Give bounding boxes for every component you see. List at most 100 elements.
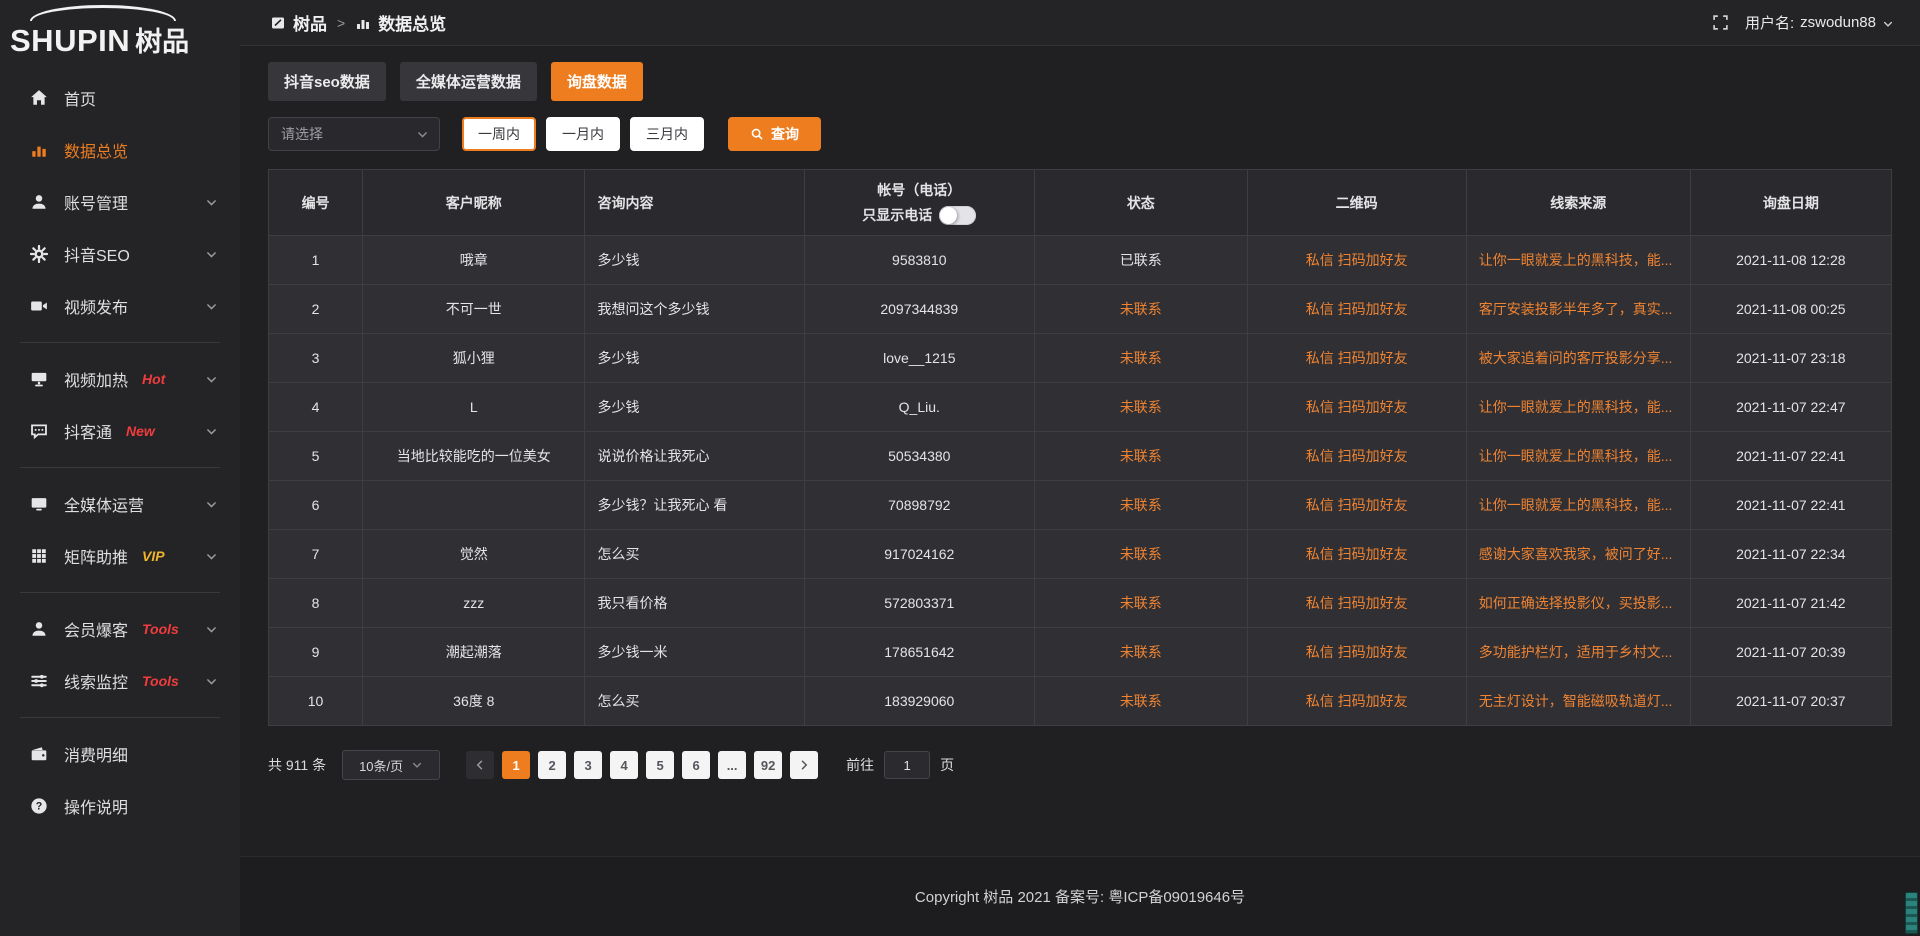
footer: Copyright 树品 2021 备案号: 粤ICP备09019646号 — [240, 856, 1920, 936]
col-source: 线索来源 — [1466, 170, 1690, 236]
tab-抖音seo数据[interactable]: 抖音seo数据 — [268, 62, 386, 101]
fullscreen-icon[interactable] — [1712, 14, 1729, 31]
sidebar-item-video-publish[interactable]: 视频发布 — [0, 280, 240, 332]
qrcode-link[interactable]: 私信 扫码加好友 — [1306, 399, 1408, 415]
cell-nick: 觉然 — [363, 530, 585, 579]
page-button-2[interactable]: 2 — [538, 751, 566, 779]
page-button-6[interactable]: 6 — [682, 751, 710, 779]
table-row: 8 zzz 我只看价格 572803371 未联系 私信 扫码加好友 如何正确选… — [269, 579, 1892, 628]
qrcode-link[interactable]: 私信 扫码加好友 — [1306, 350, 1408, 366]
brand-logo[interactable]: SHUPIN 树品 — [0, 0, 240, 58]
page-buttons: 123456... 92 — [466, 751, 818, 779]
sidebar-item-help[interactable]: ? 操作说明 — [0, 780, 240, 832]
table-row: 7 觉然 怎么买 917024162 未联系 私信 扫码加好友 感谢大家喜欢我家… — [269, 530, 1892, 579]
user-menu[interactable]: 用户名: zswodun88 — [1745, 12, 1894, 33]
heat-icon — [30, 370, 48, 388]
cell-no: 9 — [269, 628, 363, 677]
cell-content: 我只看价格 — [585, 579, 804, 628]
sidebar-item-label: 操作说明 — [64, 794, 128, 818]
home-icon — [30, 89, 48, 107]
qrcode-link[interactable]: 私信 扫码加好友 — [1306, 497, 1408, 513]
sidebar-item-doukertong[interactable]: 抖客通 New — [0, 405, 240, 457]
sidebar-item-matrix-boost[interactable]: 矩阵助推 VIP — [0, 530, 240, 582]
period-button-一周内[interactable]: 一周内 — [462, 117, 536, 151]
cell-qrcode: 私信 扫码加好友 — [1247, 383, 1466, 432]
page-size-label: 10条/页 — [359, 756, 403, 775]
cell-status: 已联系 — [1035, 236, 1248, 285]
phone-only-toggle[interactable] — [939, 206, 976, 225]
cell-account: Q_Liu. — [804, 383, 1034, 432]
cell-no: 7 — [269, 530, 363, 579]
page-button-4[interactable]: 4 — [610, 751, 638, 779]
logo-arc-decoration — [30, 5, 176, 21]
page-button-5[interactable]: 5 — [646, 751, 674, 779]
source-link[interactable]: 多功能护栏灯，适用于乡村文... — [1479, 642, 1678, 662]
source-link[interactable]: 让你一眼就爱上的黑科技，能... — [1479, 250, 1678, 270]
page-button-1[interactable]: 1 — [502, 751, 530, 779]
prev-page-button[interactable] — [466, 751, 494, 779]
account-select[interactable]: 请选择 — [268, 117, 440, 151]
page-button-3[interactable]: 3 — [574, 751, 602, 779]
table-row: 9 潮起潮落 多少钱一米 178651642 未联系 私信 扫码加好友 多功能护… — [269, 628, 1892, 677]
source-link[interactable]: 无主灯设计，智能磁吸轨道灯... — [1479, 691, 1678, 711]
source-link[interactable]: 客厅安装投影半年多了，真实... — [1479, 299, 1678, 319]
table-header-row: 编号 客户昵称 咨询内容 帐号（电话） 只显示电话 状态 二维码 线索来源 — [269, 170, 1892, 236]
qrcode-link[interactable]: 私信 扫码加好友 — [1306, 252, 1408, 268]
source-link[interactable]: 让你一眼就爱上的黑科技，能... — [1479, 446, 1678, 466]
col-account: 帐号（电话） 只显示电话 — [804, 170, 1034, 236]
period-button-三月内[interactable]: 三月内 — [630, 117, 704, 151]
chevron-down-icon — [205, 623, 218, 636]
period-button-一月内[interactable]: 一月内 — [546, 117, 620, 151]
qrcode-link[interactable]: 私信 扫码加好友 — [1306, 546, 1408, 562]
cell-source: 让你一眼就爱上的黑科技，能... — [1466, 236, 1690, 285]
qrcode-link[interactable]: 私信 扫码加好友 — [1306, 448, 1408, 464]
wallet-icon — [30, 745, 48, 763]
username-label: 用户名: — [1745, 12, 1794, 33]
qrcode-link[interactable]: 私信 扫码加好友 — [1306, 644, 1408, 660]
breadcrumb-item-brand[interactable]: 树品 — [270, 10, 327, 35]
sidebar-item-label: 抖客通 — [64, 419, 112, 443]
cell-status: 未联系 — [1035, 579, 1248, 628]
video-icon — [30, 297, 48, 315]
sidebar-item-media-operation[interactable]: 全媒体运营 — [0, 478, 240, 530]
main-area: 树品 > 数据总览 用户名: zswodun88 — [240, 0, 1920, 936]
source-link[interactable]: 如何正确选择投影仪，买投影... — [1479, 593, 1678, 613]
sidebar-item-video-heat[interactable]: 视频加热 Hot — [0, 353, 240, 405]
sidebar-item-label: 视频加热 — [64, 367, 128, 391]
sidebar-item-douyin-seo[interactable]: 抖音SEO — [0, 228, 240, 280]
page-size-select[interactable]: 10条/页 — [342, 750, 440, 780]
qrcode-link[interactable]: 私信 扫码加好友 — [1306, 595, 1408, 611]
next-page-button[interactable] — [790, 751, 818, 779]
cell-source: 客厅安装投影半年多了，真实... — [1466, 285, 1690, 334]
goto-page-input[interactable] — [884, 751, 930, 779]
col-status: 状态 — [1035, 170, 1248, 236]
tab-询盘数据[interactable]: 询盘数据 — [551, 62, 643, 101]
cell-content: 说说价格让我死心 — [585, 432, 804, 481]
sidebar-item-clue-monitor[interactable]: 线索监控 Tools — [0, 655, 240, 707]
pagination-total: 共 911 条 — [268, 755, 326, 775]
sidebar-item-account-manage[interactable]: 账号管理 — [0, 176, 240, 228]
sidebar-item-data-overview[interactable]: 数据总览 — [0, 124, 240, 176]
page-ellipsis[interactable]: ... — [718, 751, 746, 779]
phone-toggle-row: 只显示电话 — [817, 205, 1022, 225]
qrcode-link[interactable]: 私信 扫码加好友 — [1306, 693, 1408, 709]
source-link[interactable]: 被大家追着问的客厅投影分享... — [1479, 348, 1678, 368]
chevron-down-icon — [205, 300, 218, 313]
cell-qrcode: 私信 扫码加好友 — [1247, 285, 1466, 334]
source-link[interactable]: 感谢大家喜欢我家，被问了好... — [1479, 544, 1678, 564]
query-button[interactable]: 查询 — [728, 117, 821, 151]
cell-date: 2021-11-07 20:39 — [1690, 628, 1891, 677]
sidebar-item-member-baoke[interactable]: 会员爆客 Tools — [0, 603, 240, 655]
cell-account: 178651642 — [804, 628, 1034, 677]
chevron-down-icon — [205, 675, 218, 688]
source-link[interactable]: 让你一眼就爱上的黑科技，能... — [1479, 495, 1678, 515]
breadcrumb-label: 树品 — [293, 10, 327, 35]
qrcode-link[interactable]: 私信 扫码加好友 — [1306, 301, 1408, 317]
sidebar-item-consumption-detail[interactable]: 消费明细 — [0, 728, 240, 780]
breadcrumb-item-page[interactable]: 数据总览 — [355, 10, 446, 35]
page-button-92[interactable]: 92 — [754, 751, 782, 779]
tab-全媒体运营数据[interactable]: 全媒体运营数据 — [400, 62, 537, 101]
floating-widget[interactable] — [1905, 892, 1918, 934]
source-link[interactable]: 让你一眼就爱上的黑科技，能... — [1479, 397, 1678, 417]
sidebar-item-home[interactable]: 首页 — [0, 72, 240, 124]
